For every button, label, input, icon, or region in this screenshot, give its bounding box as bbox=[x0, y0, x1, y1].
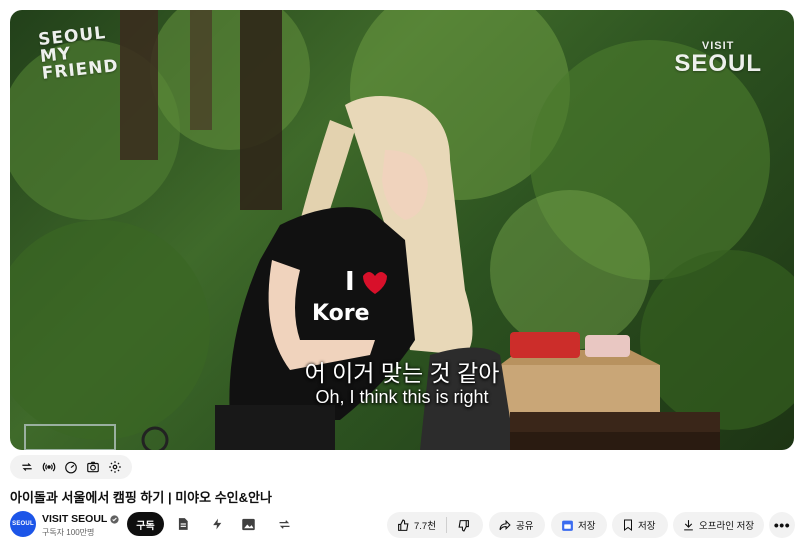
channel-name[interactable]: VISIT SEOUL bbox=[42, 513, 119, 525]
broadcast-icon[interactable] bbox=[40, 458, 58, 476]
lightning-icon[interactable] bbox=[207, 514, 227, 534]
save-to-playlist-button[interactable]: 저장 bbox=[612, 512, 668, 538]
more-dots-icon: ••• bbox=[773, 517, 791, 533]
dislike-button[interactable] bbox=[447, 519, 470, 532]
subtitle-korean: 어 이거 맞는 것 같아 bbox=[304, 360, 500, 386]
seoul-my-friend-watermark: SEOUL MY FRIEND bbox=[37, 23, 119, 84]
player-extra-controls bbox=[10, 455, 132, 479]
like-button[interactable]: 7.7천 bbox=[387, 512, 436, 538]
avatar-text: SEOUL bbox=[12, 521, 34, 527]
share-button[interactable]: 공유 bbox=[489, 512, 545, 538]
channel-action-row: SEOUL VISIT SEOUL 구독자 100만명 구독 7.7천 공유 저… bbox=[10, 510, 795, 538]
watermark-big: SEOUL bbox=[674, 50, 762, 77]
screenshot-camera-icon[interactable] bbox=[84, 458, 102, 476]
repeat-icon[interactable] bbox=[274, 514, 294, 534]
channel-name-text: VISIT SEOUL bbox=[42, 513, 108, 525]
svg-text:Kore: Kore bbox=[312, 301, 370, 326]
visit-seoul-watermark: VISIT SEOUL bbox=[674, 40, 762, 76]
speed-gauge-icon[interactable] bbox=[62, 458, 80, 476]
offline-label: 오프라인 저장 bbox=[699, 521, 755, 532]
bookmark-icon bbox=[624, 519, 632, 531]
share-arrow-icon bbox=[499, 519, 511, 530]
image-icon[interactable] bbox=[238, 514, 258, 534]
save-label-2: 저장 bbox=[638, 521, 656, 532]
subtitle-english: Oh, I think this is right bbox=[315, 387, 489, 407]
share-label: 공유 bbox=[516, 521, 534, 532]
like-count: 7.7천 bbox=[414, 521, 436, 532]
svg-text:I: I bbox=[345, 267, 355, 297]
save-label-1: 저장 bbox=[578, 521, 596, 532]
calendar-save-icon bbox=[562, 520, 573, 531]
transcript-icon[interactable] bbox=[173, 514, 193, 534]
video-title: 아이돌과 서울에서 캠핑 하기 | 미야오 수인&안나 bbox=[10, 490, 272, 505]
offline-save-button[interactable]: 오프라인 저장 bbox=[673, 512, 764, 538]
download-icon bbox=[684, 520, 693, 531]
thumbs-up-icon bbox=[398, 519, 409, 531]
more-actions-button[interactable]: ••• bbox=[769, 512, 795, 538]
subscribe-button[interactable]: 구독 bbox=[127, 512, 164, 536]
channel-avatar[interactable]: SEOUL bbox=[10, 511, 36, 537]
loop-icon[interactable] bbox=[18, 458, 36, 476]
verified-badge-icon bbox=[110, 514, 119, 524]
video-player[interactable]: I Kore SEOUL MY FRIEND VISIT SEOUL 어 이거 … bbox=[10, 10, 794, 450]
like-dislike-group: 7.7천 bbox=[387, 512, 483, 538]
save-button-blue[interactable]: 저장 bbox=[551, 512, 607, 538]
settings-gear-icon[interactable] bbox=[106, 458, 124, 476]
thumbs-down-icon bbox=[458, 519, 469, 531]
subscriber-count: 구독자 100만명 bbox=[42, 528, 95, 537]
